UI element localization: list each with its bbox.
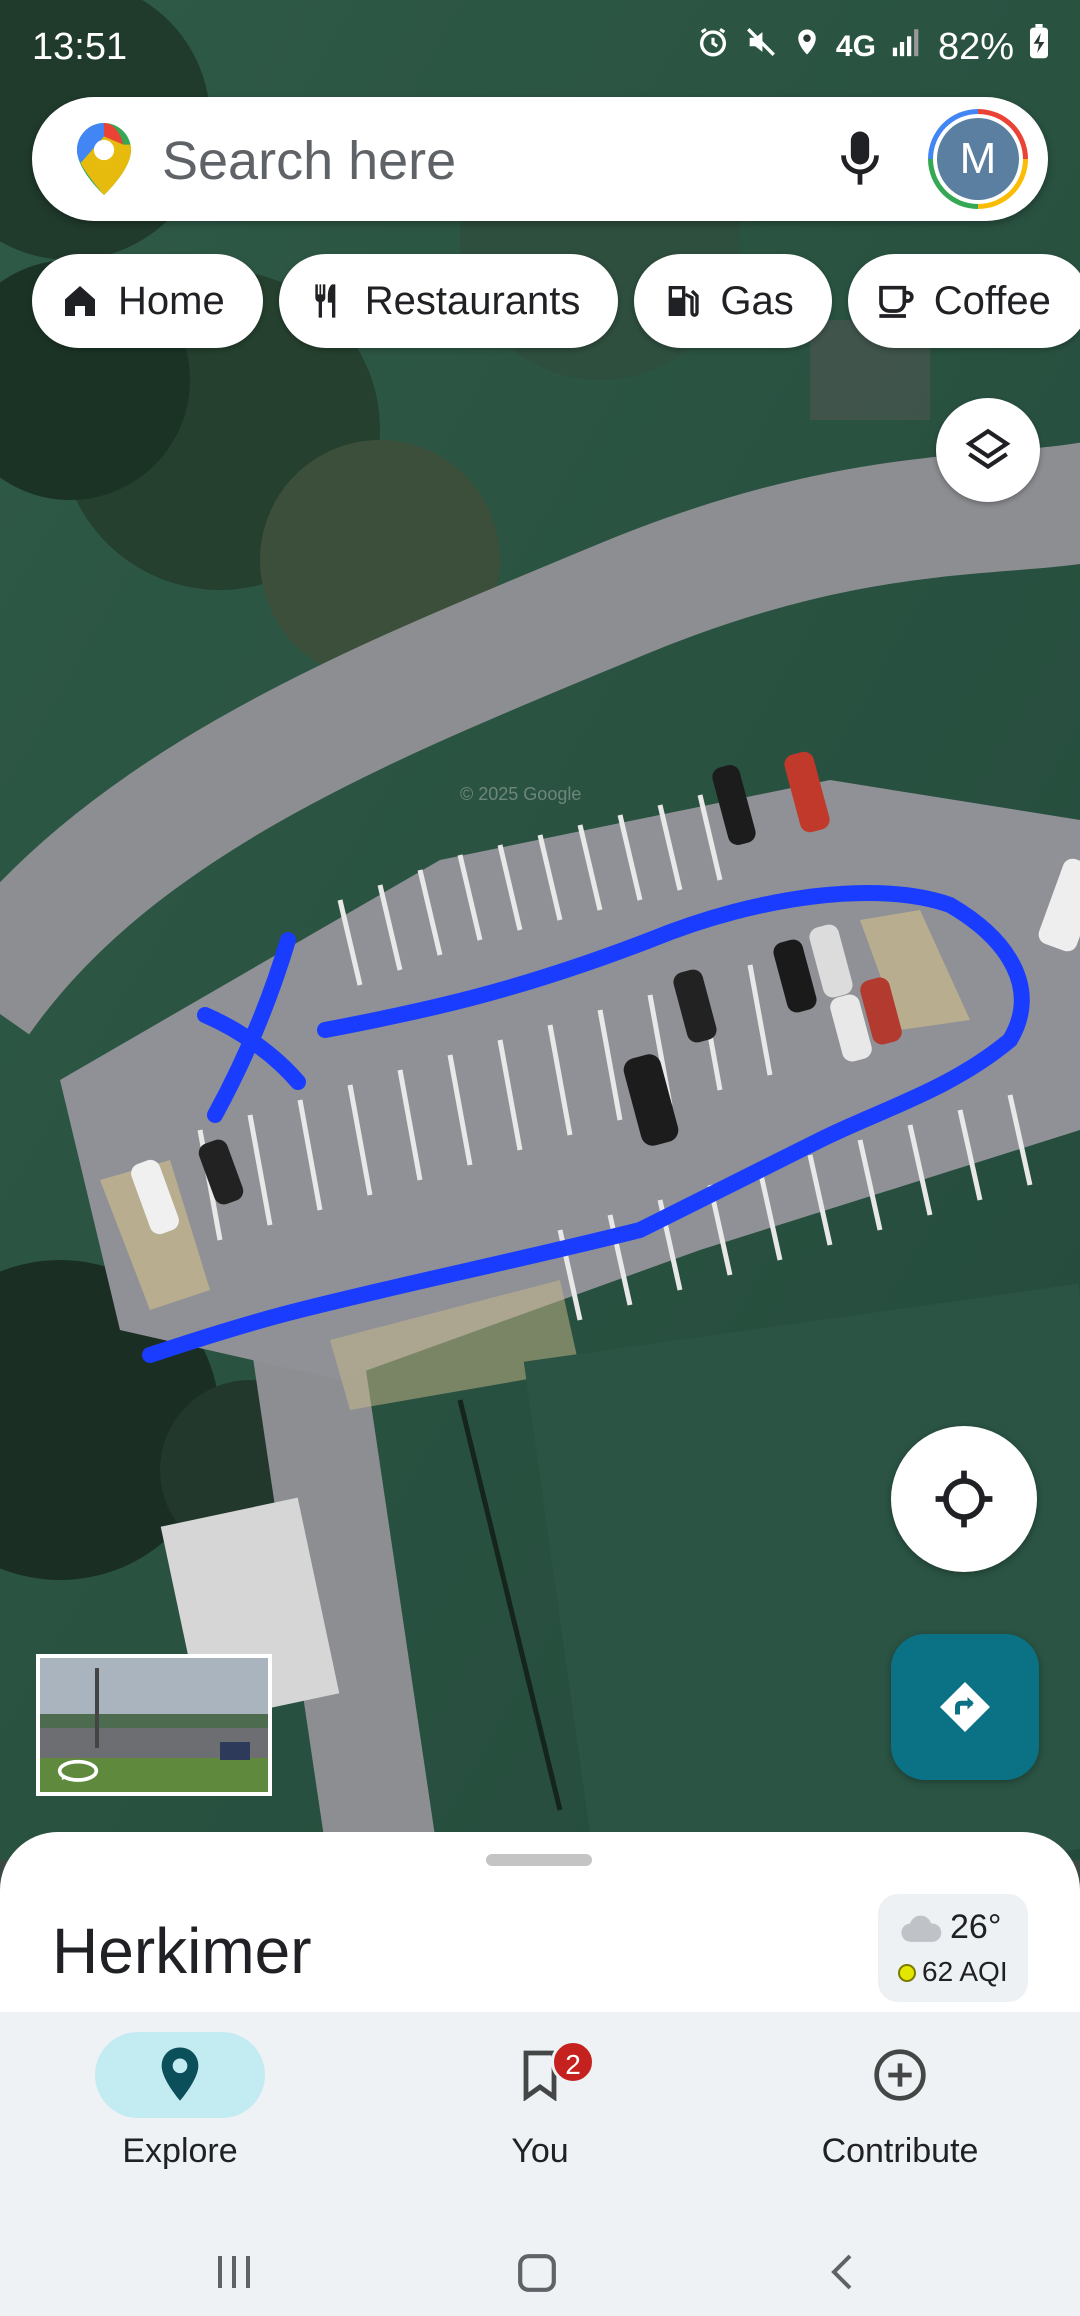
chip-restaurants[interactable]: Restaurants	[278, 254, 619, 348]
battery-percent: 82%	[937, 25, 1014, 68]
chip-coffee[interactable]: Coffee	[847, 254, 1080, 348]
layers-button[interactable]	[936, 398, 1040, 502]
recent-apps-icon[interactable]	[214, 2252, 254, 2297]
crosshair-icon	[935, 1470, 993, 1528]
search-input[interactable]: Search here	[162, 130, 456, 192]
directions-icon	[940, 1682, 990, 1732]
aqi-indicator-icon	[898, 1964, 916, 1982]
place-title: Herkimer	[52, 1915, 312, 1987]
fork-knife-icon	[315, 284, 336, 318]
signal-icon	[890, 25, 924, 69]
chip-gas-label: Gas	[720, 278, 794, 323]
microphone-icon[interactable]	[838, 127, 882, 196]
place-sheet[interactable]: Herkimer 26° 62 AQI	[0, 1832, 1080, 2012]
layers-icon	[965, 428, 1011, 470]
nav-explore-label: Explore	[122, 2132, 238, 2170]
gas-pump-icon	[669, 286, 700, 317]
network-type: 4G	[835, 30, 876, 63]
add-circle-icon	[874, 2049, 926, 2101]
nav-contribute[interactable]: Contribute	[770, 2032, 1030, 2192]
my-location-button[interactable]	[891, 1426, 1037, 1572]
nav-you[interactable]: 2 You	[410, 2032, 670, 2192]
category-chips: Home Restaurants Gas Coffee	[32, 254, 1080, 348]
avatar-initial: M	[937, 118, 1019, 200]
location-icon	[792, 25, 822, 69]
nav-you-label: You	[511, 2132, 569, 2170]
mute-icon	[744, 25, 778, 69]
coffee-cup-icon	[878, 285, 914, 318]
chip-coffee-label: Coffee	[933, 278, 1051, 323]
status-bar: 13:51 4G 82%	[0, 0, 1080, 96]
360-rotate-icon	[57, 1759, 99, 1782]
chip-restaurants-label: Restaurants	[364, 278, 581, 323]
battery-charging-icon	[1028, 24, 1050, 70]
cloudy-icon	[900, 1914, 944, 1949]
chip-gas[interactable]: Gas	[634, 254, 832, 348]
notification-badge: 2	[551, 2040, 595, 2084]
chip-home[interactable]: Home	[32, 254, 263, 348]
alarm-icon	[696, 25, 730, 69]
location-pin-icon	[161, 2047, 199, 2101]
home-button-icon[interactable]	[516, 2252, 558, 2299]
search-bar[interactable]: Search here M	[32, 97, 1048, 221]
nav-explore[interactable]: Explore	[50, 2032, 310, 2192]
directions-button[interactable]	[891, 1634, 1039, 1780]
status-time: 13:51	[32, 26, 128, 68]
account-avatar[interactable]: M	[928, 109, 1028, 209]
street-view-thumbnail[interactable]	[36, 1654, 272, 1796]
chip-home-label: Home	[118, 278, 225, 323]
weather-temperature: 26°	[950, 1908, 1002, 1946]
map-watermark: © 2025 Google	[460, 784, 581, 804]
sheet-drag-handle[interactable]	[486, 1854, 592, 1866]
weather-chip[interactable]: 26° 62 AQI	[878, 1894, 1028, 2002]
weather-aqi: 62 AQI	[922, 1956, 1008, 1987]
back-icon[interactable]	[822, 2252, 862, 2297]
status-icons: 4G 82%	[696, 24, 1050, 70]
nav-contribute-label: Contribute	[821, 2132, 979, 2170]
home-icon	[65, 286, 95, 316]
google-maps-logo-icon	[76, 123, 132, 200]
system-navigation-bar	[0, 2200, 1080, 2316]
